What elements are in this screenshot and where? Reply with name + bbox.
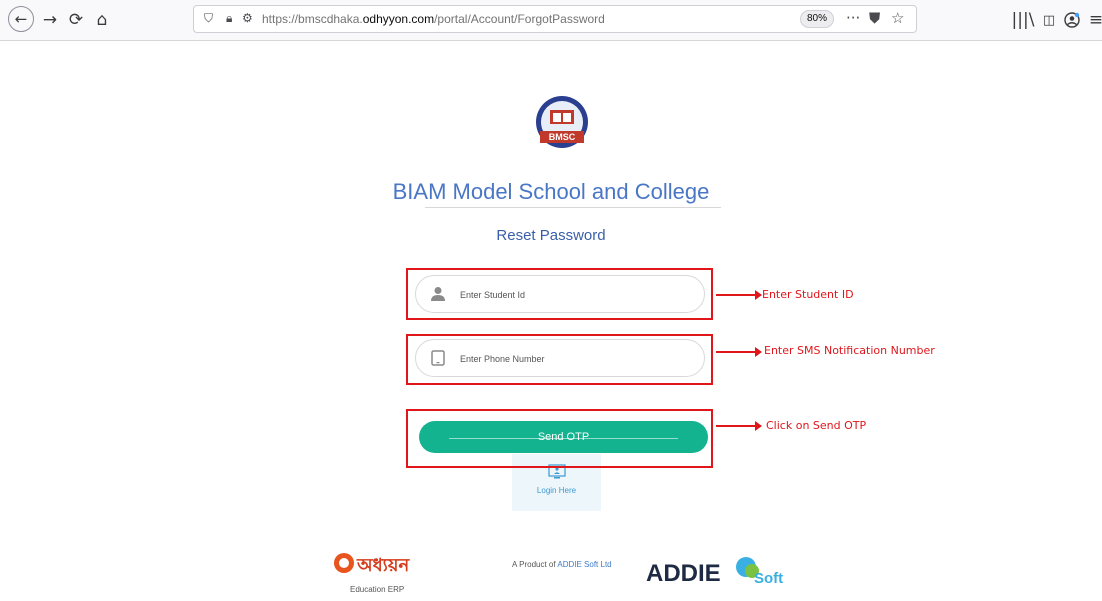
url-text[interactable]: https://bmscdhaka.odhyyon.com/portal/Acc… xyxy=(262,12,605,26)
arrow-right-icon: → xyxy=(42,10,58,30)
pocket-icon[interactable]: ⛊ xyxy=(869,9,880,27)
sidebar-icon[interactable]: ◫ xyxy=(1037,8,1061,32)
bookmark-star-icon[interactable]: ☆ xyxy=(891,9,904,27)
forward-button[interactable]: → xyxy=(38,8,62,32)
back-button[interactable]: ← xyxy=(8,6,34,32)
annotation-label-phone: Enter SMS Notification Number xyxy=(764,344,935,357)
odhyyon-subtitle: Education ERP xyxy=(350,585,404,594)
annotation-box-phone xyxy=(406,334,713,385)
zoom-level-badge[interactable]: 80% xyxy=(800,10,834,28)
logo-text: BMSC xyxy=(549,132,576,142)
permissions-icon[interactable]: ⚙ xyxy=(242,11,253,25)
odhyyon-logo-text: অধ্যয়ন xyxy=(356,555,411,576)
addie-logo-suffix: Soft xyxy=(754,570,783,587)
browser-toolbar: ← → ⟳ ⌂ ⛉ 🔒︎ ⚙ https://bmscdhaka.odhyyon… xyxy=(0,0,1102,41)
odhyyon-logo: অধ্যয়ন Education ERP xyxy=(332,550,428,596)
annotation-arrow-student-id xyxy=(716,290,762,300)
page-actions-menu[interactable]: ··· xyxy=(846,9,860,27)
addie-logo-main: ADDIE xyxy=(646,560,721,587)
annotation-label-student-id: Enter Student ID xyxy=(762,288,854,301)
url-bar[interactable]: ⛉ 🔒︎ ⚙ https://bmscdhaka.odhyyon.com/por… xyxy=(193,5,917,33)
reload-icon: ⟳ xyxy=(68,10,84,30)
annotation-arrow-phone xyxy=(716,347,762,357)
hamburger-menu-icon[interactable]: ≡ xyxy=(1084,8,1102,32)
reload-button[interactable]: ⟳ xyxy=(64,8,88,32)
home-button[interactable]: ⌂ xyxy=(90,8,114,32)
arrow-left-icon: ← xyxy=(14,10,28,28)
school-name: BIAM Model School and College xyxy=(392,179,710,204)
login-label: Login Here xyxy=(536,486,577,495)
library-icon[interactable]: |||\ xyxy=(1011,8,1035,32)
addie-soft-logo: ADDIE Soft xyxy=(644,549,799,589)
page-title: Reset Password xyxy=(496,227,606,244)
page-content: BMSC BIAM Model School and College Reset… xyxy=(0,41,1102,594)
annotation-label-send-otp: Click on Send OTP xyxy=(766,419,867,432)
annotation-arrow-send-otp xyxy=(716,421,762,431)
account-icon[interactable] xyxy=(1060,8,1084,32)
annotation-box-student-id xyxy=(406,268,713,320)
annotation-box-send-otp xyxy=(406,409,713,468)
home-icon: ⌂ xyxy=(96,10,108,30)
lock-icon[interactable]: 🔒︎ xyxy=(226,11,232,26)
school-logo: BMSC xyxy=(524,94,600,152)
shield-icon[interactable]: ⛉ xyxy=(204,11,213,26)
title-divider xyxy=(425,207,721,208)
